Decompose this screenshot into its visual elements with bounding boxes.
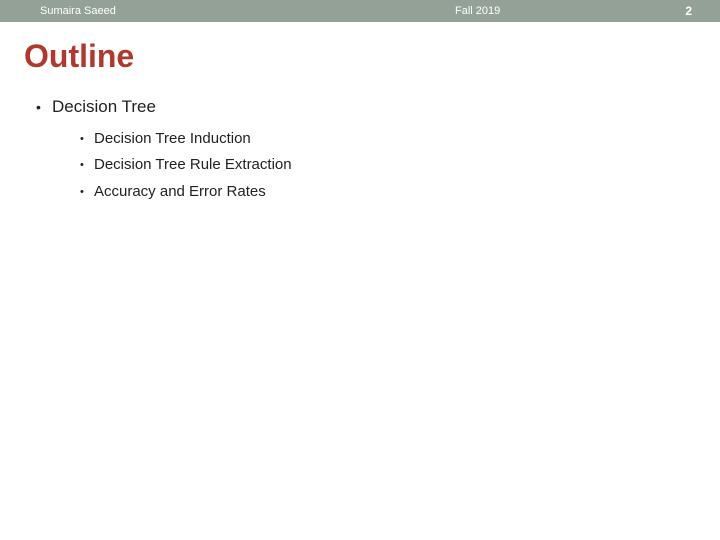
term-label: Fall 2019 <box>455 5 500 17</box>
outline-subitem: Decision Tree Induction <box>80 129 696 149</box>
page-number: 2 <box>685 4 692 18</box>
outline-subitem: Accuracy and Error Rates <box>80 182 696 202</box>
outline-subitem: Decision Tree Rule Extraction <box>80 155 696 175</box>
outline-item-label: Decision Tree <box>52 97 156 116</box>
outline-subitem-label: Decision Tree Induction <box>94 130 251 147</box>
outline-subitem-label: Accuracy and Error Rates <box>94 183 266 200</box>
outline-list: Decision Tree Decision Tree Induction De… <box>24 97 696 202</box>
slide-title: Outline <box>24 38 696 75</box>
outline-sublist: Decision Tree Induction Decision Tree Ru… <box>52 129 696 202</box>
author-name: Sumaira Saeed <box>40 5 116 17</box>
outline-subitem-label: Decision Tree Rule Extraction <box>94 156 292 173</box>
slide-header: Sumaira Saeed Fall 2019 2 <box>0 0 720 22</box>
slide-content: Outline Decision Tree Decision Tree Indu… <box>0 22 720 202</box>
outline-item: Decision Tree Decision Tree Induction De… <box>36 97 696 202</box>
